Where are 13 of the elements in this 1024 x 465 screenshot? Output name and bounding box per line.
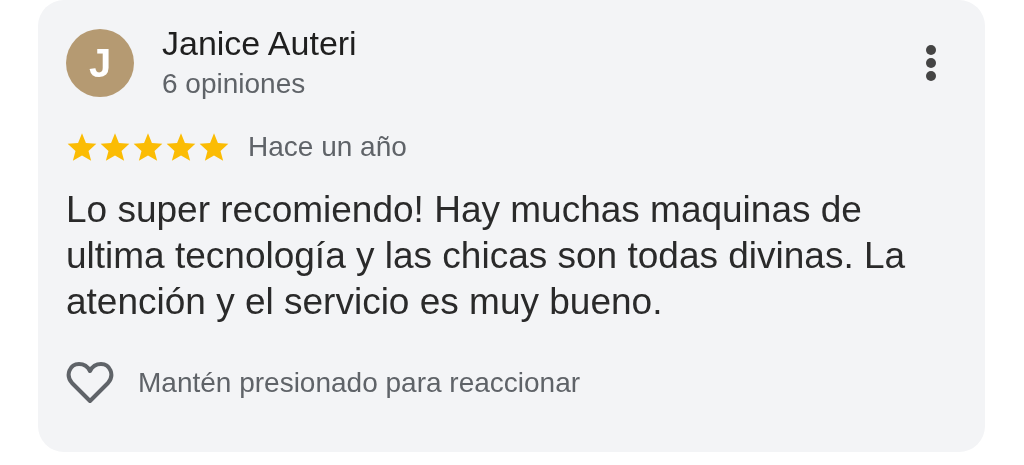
review-count: 6 opiniones (162, 67, 307, 101)
heart-icon[interactable] (66, 361, 114, 405)
review-time: Hace un año (248, 131, 407, 163)
author-name: Janice Auteri (162, 23, 357, 63)
star-icon (198, 132, 230, 162)
star-icon (165, 132, 197, 162)
reaction-hint: Mantén presionado para reaccionar (138, 367, 581, 399)
avatar: J (66, 29, 134, 97)
star-icon (132, 132, 164, 162)
more-options-icon[interactable] (925, 44, 937, 82)
review-text: Lo super recomiendo! Hay muchas maquinas de ultima tecnología y las chicas son todas divinas. La atención y el servicio es muy bueno. (66, 188, 907, 324)
star-icon (66, 132, 98, 162)
star-icon (99, 132, 131, 162)
